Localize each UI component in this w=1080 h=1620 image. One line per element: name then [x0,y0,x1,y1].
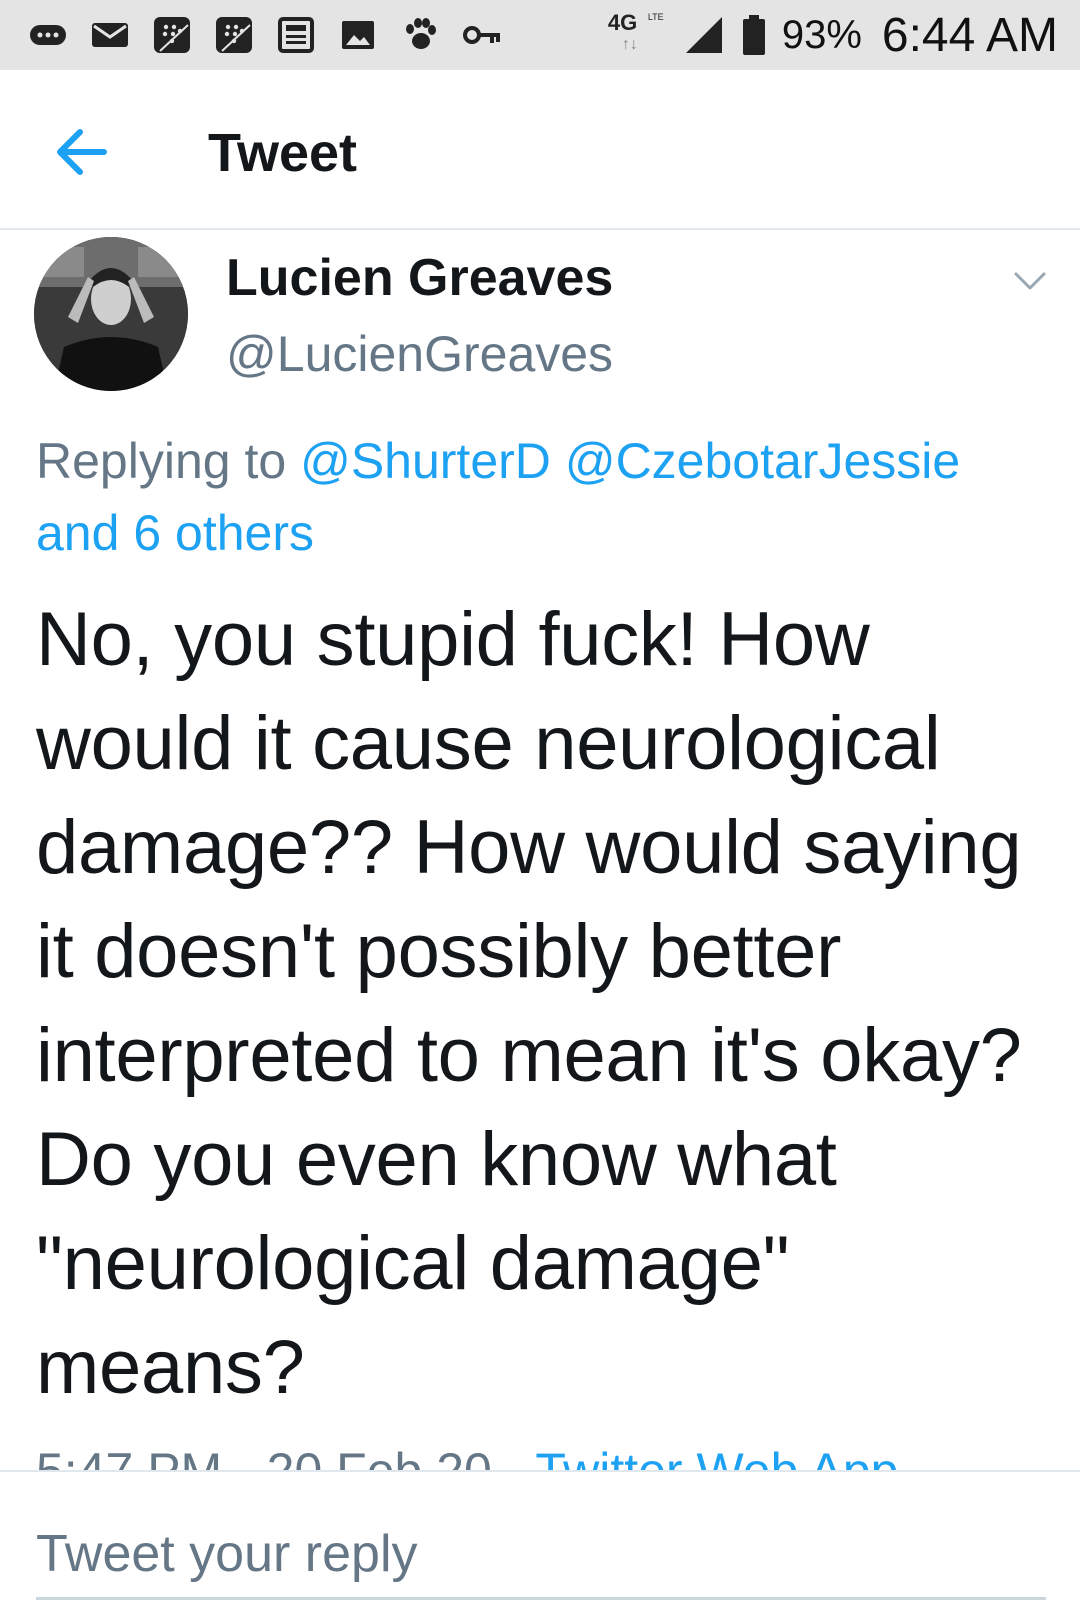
reply-bar [0,1470,1080,1620]
back-button[interactable] [46,116,118,188]
tweet-text: No, you stupid fuck! How would it cause … [36,597,1022,1410]
chevron-down-icon [1014,272,1046,290]
mention-link[interactable]: @CzebotarJessie [565,433,960,489]
reply-input[interactable] [36,1510,1046,1600]
signal-icon [682,13,726,57]
more-icon [26,13,70,57]
battery-icon [740,13,768,57]
status-bar: 4G LTE ↑↓ 93% 6:44 AM [0,0,1080,70]
author-name[interactable]: Lucien Greaves [226,248,613,308]
replying-to: Replying to @ShurterD @CzebotarJessie an… [36,425,1046,569]
author-handle[interactable]: @LucienGreaves [226,325,613,383]
network-subtype: LTE [647,12,664,22]
image-icon [336,13,380,57]
network-type: 4G [607,10,638,35]
tweet-meta: 5:47 PM · 20 Feb 20 · Twitter Web App [0,1440,1080,1470]
tweet-source[interactable]: Twitter Web App [535,1443,898,1470]
system-indicators: 4G LTE ↑↓ 93% 6:44 AM [608,8,1058,63]
blackberry-icon [212,13,256,57]
data-arrows-icon: ↑↓ [621,36,638,53]
key-icon [460,13,504,57]
blackberry-icon [150,13,194,57]
replying-prefix: Replying to [36,433,287,489]
tweet-timestamp[interactable]: 5:47 PM · 20 Feb 20 · [36,1443,535,1470]
battery-percent: 93% [781,12,862,57]
mention-link[interactable]: @ShurterD [300,433,551,489]
clock: 6:44 AM [881,8,1058,62]
mail-icon [88,13,132,57]
page-title: Tweet [208,123,358,183]
network-indicator: 4G LTE ↑↓ [608,10,668,60]
notification-icons [26,13,504,57]
arrow-left-icon [57,129,107,175]
paw-icon [398,13,442,57]
avatar-image [34,237,188,391]
others-link[interactable]: and 6 others [36,505,314,561]
tweet-options-button[interactable] [1010,266,1050,296]
app-header: Tweet [0,70,1080,230]
avatar[interactable] [34,237,188,391]
news-icon [274,13,318,57]
